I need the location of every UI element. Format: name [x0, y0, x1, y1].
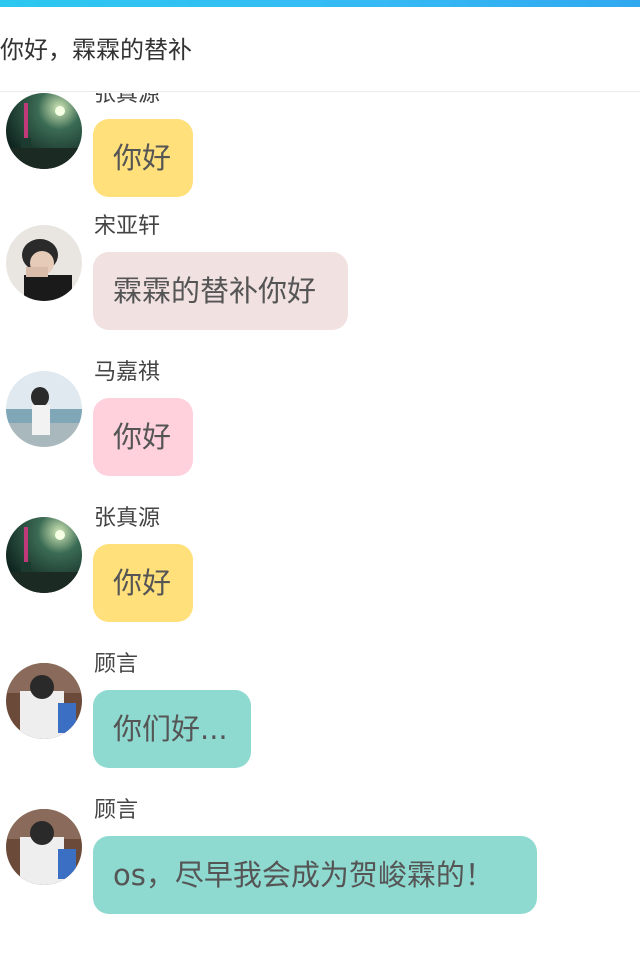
person-photo-icon	[6, 663, 82, 739]
message-bubble[interactable]: 你好	[93, 119, 193, 197]
sender-name: 张真源	[94, 506, 161, 531]
message-bubble[interactable]: 霖霖的替补你好	[93, 252, 348, 330]
avatar[interactable]	[6, 93, 82, 169]
chat-header: 你好，霖霖的替补	[0, 7, 640, 92]
avatar[interactable]	[6, 517, 82, 593]
message-bubble[interactable]: 你们好...	[93, 690, 251, 768]
avatar[interactable]	[6, 371, 82, 447]
top-accent-bar	[0, 0, 640, 7]
sender-name: 顾言	[94, 652, 139, 677]
message-bubble[interactable]: 你好	[93, 544, 193, 622]
sender-name: 马嘉祺	[94, 360, 161, 385]
chat-title: 你好，霖霖的替补	[0, 36, 192, 64]
sender-name: 张真源	[94, 93, 161, 107]
avatar[interactable]	[6, 809, 82, 885]
message-bubble[interactable]: os，尽早我会成为贺峻霖的！	[93, 836, 537, 914]
avatar[interactable]	[6, 663, 82, 739]
city-night-icon	[6, 517, 82, 593]
message-bubble[interactable]: 你好	[93, 398, 193, 476]
person-photo-icon	[6, 371, 82, 447]
sender-name: 宋亚轩	[94, 214, 161, 239]
sender-name: 顾言	[94, 798, 139, 823]
avatar[interactable]	[6, 225, 82, 301]
person-photo-icon	[6, 809, 82, 885]
city-night-icon	[6, 93, 82, 169]
message-list[interactable]: 张真源 你好 宋亚轩 霖霖的替补你好 马嘉祺 你好 张真源 你好 顾言 你们好.…	[0, 93, 640, 965]
person-photo-icon	[6, 225, 82, 301]
